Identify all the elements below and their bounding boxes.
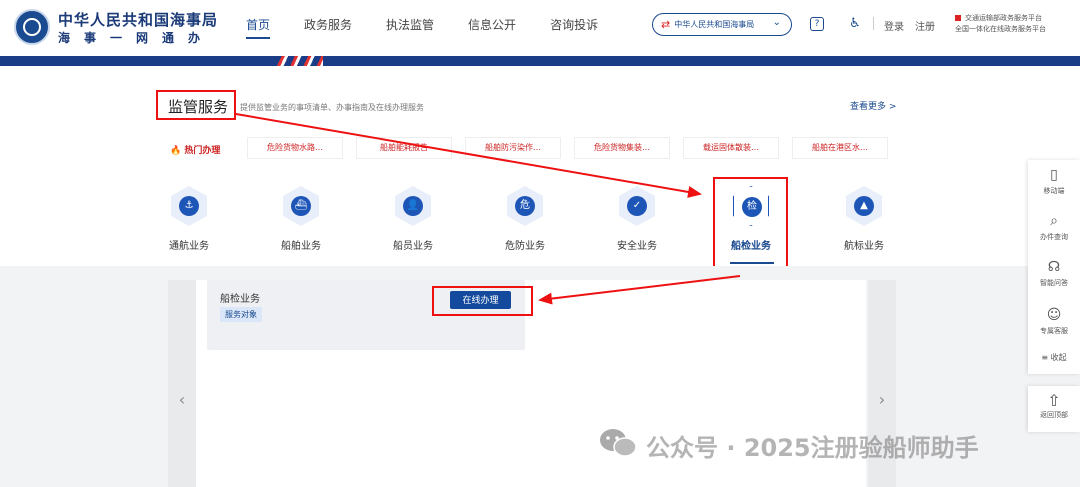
red-square-icon [955, 15, 961, 21]
shield-icon: ✓ [627, 196, 647, 216]
swap-icon: ⇄ [661, 18, 671, 31]
category-label: 通航业务 [169, 241, 209, 252]
hot-label: 🔥 热门办理 [170, 146, 221, 156]
platform-line-1[interactable]: 交通运输部政务服务平台 [965, 14, 1042, 22]
hazard-icon: 危 [515, 196, 535, 216]
hot-item[interactable]: 船舶能耗报告 [356, 137, 452, 159]
platform-links[interactable]: 交通运输部政务服务平台 全国一体化在线政务服务平台 [955, 13, 1046, 35]
nav-consult[interactable]: 咨询投诉 [550, 16, 598, 33]
category-label: 船员业务 [393, 241, 433, 252]
category-navigation[interactable]: ⚓ 通航业务 [154, 186, 224, 252]
site-header: 中华人民共和国海事局 海事一网通办 首页 政务服务 执法监管 信息公开 咨询投诉… [0, 0, 1080, 56]
user-icon: ☺ [1046, 307, 1062, 323]
anchor-icon: ⚓ [179, 196, 199, 216]
crew-icon: 👤 [403, 196, 423, 216]
category-label: 安全业务 [617, 241, 657, 252]
category-label: 危防业务 [505, 241, 545, 252]
category-label: 航标业务 [844, 241, 884, 252]
section-desc: 提供监管业务的事项清单、办事指南及在线办理服务 [240, 103, 424, 112]
divider [873, 17, 874, 30]
org-select-value: 中华人民共和国海事局 [674, 20, 755, 29]
hot-item[interactable]: 危险货物水路… [247, 137, 343, 159]
annotation-box-button [432, 286, 533, 316]
float-service[interactable]: ☺ 专属客服 [1028, 306, 1080, 336]
wechat-icon [600, 429, 637, 457]
back-to-top-button[interactable]: ⇧ 返回顶部 [1028, 386, 1080, 432]
nav-enforcement[interactable]: 执法监管 [386, 16, 434, 33]
nav-home[interactable]: 首页 [246, 16, 271, 39]
help-icon[interactable]: ? [810, 17, 824, 31]
chevron-down-icon: ⌄ [772, 17, 781, 28]
category-label: 船舶业务 [281, 241, 321, 252]
annotation-box-category [713, 177, 788, 271]
nav-gov-service[interactable]: 政务服务 [304, 16, 352, 33]
main-nav: 首页 政务服务 执法监管 信息公开 咨询投诉 [246, 16, 632, 39]
float-qa[interactable]: ☊ 智能问答 [1028, 258, 1080, 288]
hot-item[interactable]: 船舶在港区水… [792, 137, 888, 159]
org-select[interactable]: ⇄ 中华人民共和国海事局 ⌄ [652, 13, 792, 36]
floating-menu: ▯ 移动端 ⌕ 办件查询 ☊ 智能问答 ☺ 专属客服 ≡ 收起 [1028, 160, 1080, 374]
hot-item[interactable]: 载运固体散装… [683, 137, 779, 159]
ship-icon: ⛴ [291, 196, 311, 216]
arrow-up-icon: ⇧ [1047, 391, 1061, 410]
platform-line-2[interactable]: 全国一体化在线政务服务平台 [955, 24, 1046, 35]
float-query[interactable]: ⌕ 办件查询 [1028, 212, 1080, 242]
annotation-box-title [156, 90, 236, 120]
accessibility-icon[interactable]: ♿ [848, 17, 862, 31]
login-link[interactable]: 登录 [884, 18, 904, 33]
collapse-icon: ≡ [1041, 353, 1049, 362]
watermark-text: 公众号 · 2025注册验船师助手 [646, 434, 979, 462]
view-more-link[interactable]: 查看更多 > [850, 99, 896, 112]
nav-info-public[interactable]: 信息公开 [468, 16, 516, 33]
msa-logo-icon[interactable] [14, 9, 50, 45]
service-card-title: 船检业务 [220, 294, 260, 305]
headset-icon: ☊ [1047, 259, 1061, 275]
float-mobile[interactable]: ▯ 移动端 [1028, 166, 1080, 196]
hot-item[interactable]: 船舶防污染作… [465, 137, 561, 159]
lighthouse-icon: ▲ [854, 196, 874, 216]
logo-title[interactable]: 中华人民共和国海事局 [58, 9, 218, 30]
hot-item[interactable]: 危险货物集装… [574, 137, 670, 159]
search-icon: ⌕ [1050, 213, 1058, 229]
category-ship[interactable]: ⛴ 船舶业务 [266, 186, 336, 252]
category-hazard[interactable]: 危 危防业务 [490, 186, 560, 252]
category-crew[interactable]: 👤 船员业务 [378, 186, 448, 252]
service-target-tag[interactable]: 服务对象 [220, 307, 262, 322]
mobile-icon: ▯ [1050, 167, 1058, 183]
category-safety[interactable]: ✓ 安全业务 [602, 186, 672, 252]
category-beacon[interactable]: ▲ 航标业务 [829, 186, 899, 252]
prev-arrow-button[interactable]: ‹ [168, 280, 196, 487]
register-link[interactable]: 注册 [915, 18, 935, 33]
header-band [0, 56, 1080, 66]
fire-icon: 🔥 [170, 146, 182, 156]
logo-subtitle: 海事一网通办 [58, 31, 215, 45]
float-collapse[interactable]: ≡ 收起 [1028, 350, 1080, 363]
